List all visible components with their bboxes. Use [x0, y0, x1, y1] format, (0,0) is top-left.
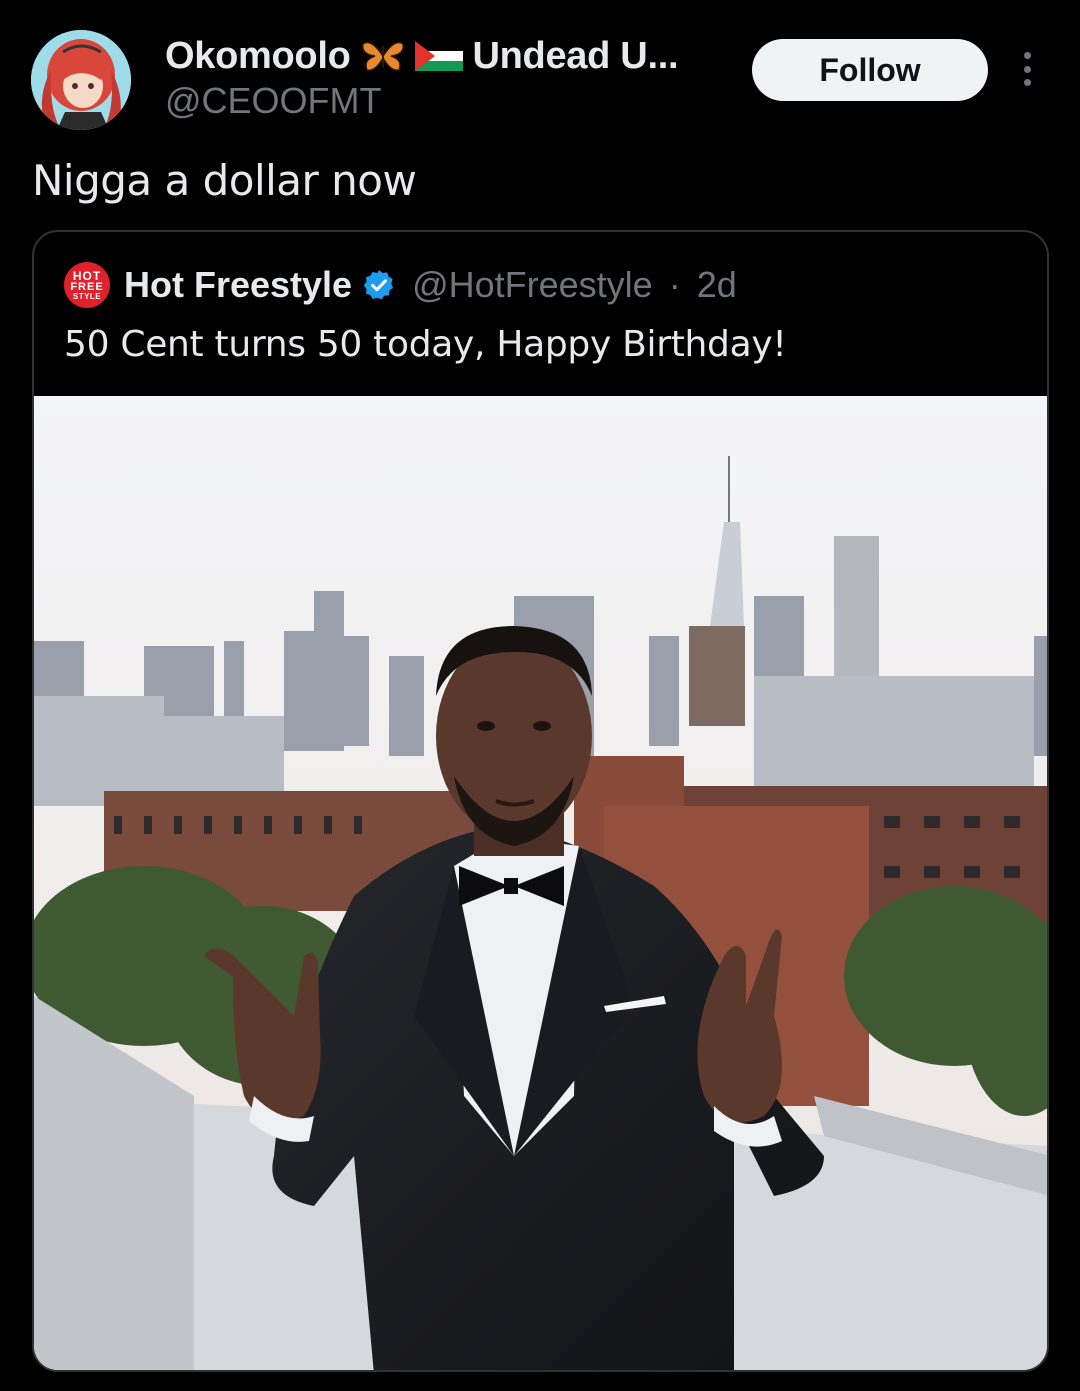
verified-badge-icon — [362, 268, 396, 302]
quoted-tweet-header: HOT FREE STYLE Hot Freestyle @HotFreesty… — [64, 262, 737, 308]
palestine-flag-icon — [414, 41, 463, 71]
author-name-row[interactable]: Okomoolo Undead U... — [165, 32, 679, 80]
logo-text-line: FREE — [70, 280, 104, 293]
logo-text-line: STYLE — [72, 291, 102, 301]
author-name-suffix[interactable]: Undead U... — [473, 35, 679, 78]
follow-button[interactable]: Follow — [752, 39, 988, 101]
author-handle[interactable]: @CEOOFMT — [165, 80, 382, 122]
more-options-icon[interactable] — [1012, 48, 1042, 90]
quoted-tweet-photo[interactable] — [34, 396, 1047, 1370]
quoted-author-handle[interactable]: @HotFreestyle — [412, 264, 653, 306]
quoted-author-name[interactable]: Hot Freestyle — [124, 264, 352, 306]
quoted-tweet-text: 50 Cent turns 50 today, Happy Birthday! — [64, 324, 787, 365]
tweet-text: Nigga a dollar now — [32, 156, 417, 205]
author-display-name[interactable]: Okomoolo — [165, 35, 351, 78]
logo-text-line: HOT — [72, 268, 102, 283]
butterfly-icon — [361, 38, 405, 74]
quoted-tweet-card[interactable]: HOT FREE STYLE Hot Freestyle @HotFreesty… — [32, 230, 1049, 1372]
author-avatar[interactable] — [31, 30, 131, 130]
tweet-page: Okomoolo Undead U... @CEOOFMT Follow Nig… — [0, 0, 1080, 1391]
quoted-tweet-time[interactable]: 2d — [697, 264, 737, 306]
meta-separator: · — [668, 264, 681, 305]
hot-freestyle-logo[interactable]: HOT FREE STYLE — [64, 262, 110, 308]
